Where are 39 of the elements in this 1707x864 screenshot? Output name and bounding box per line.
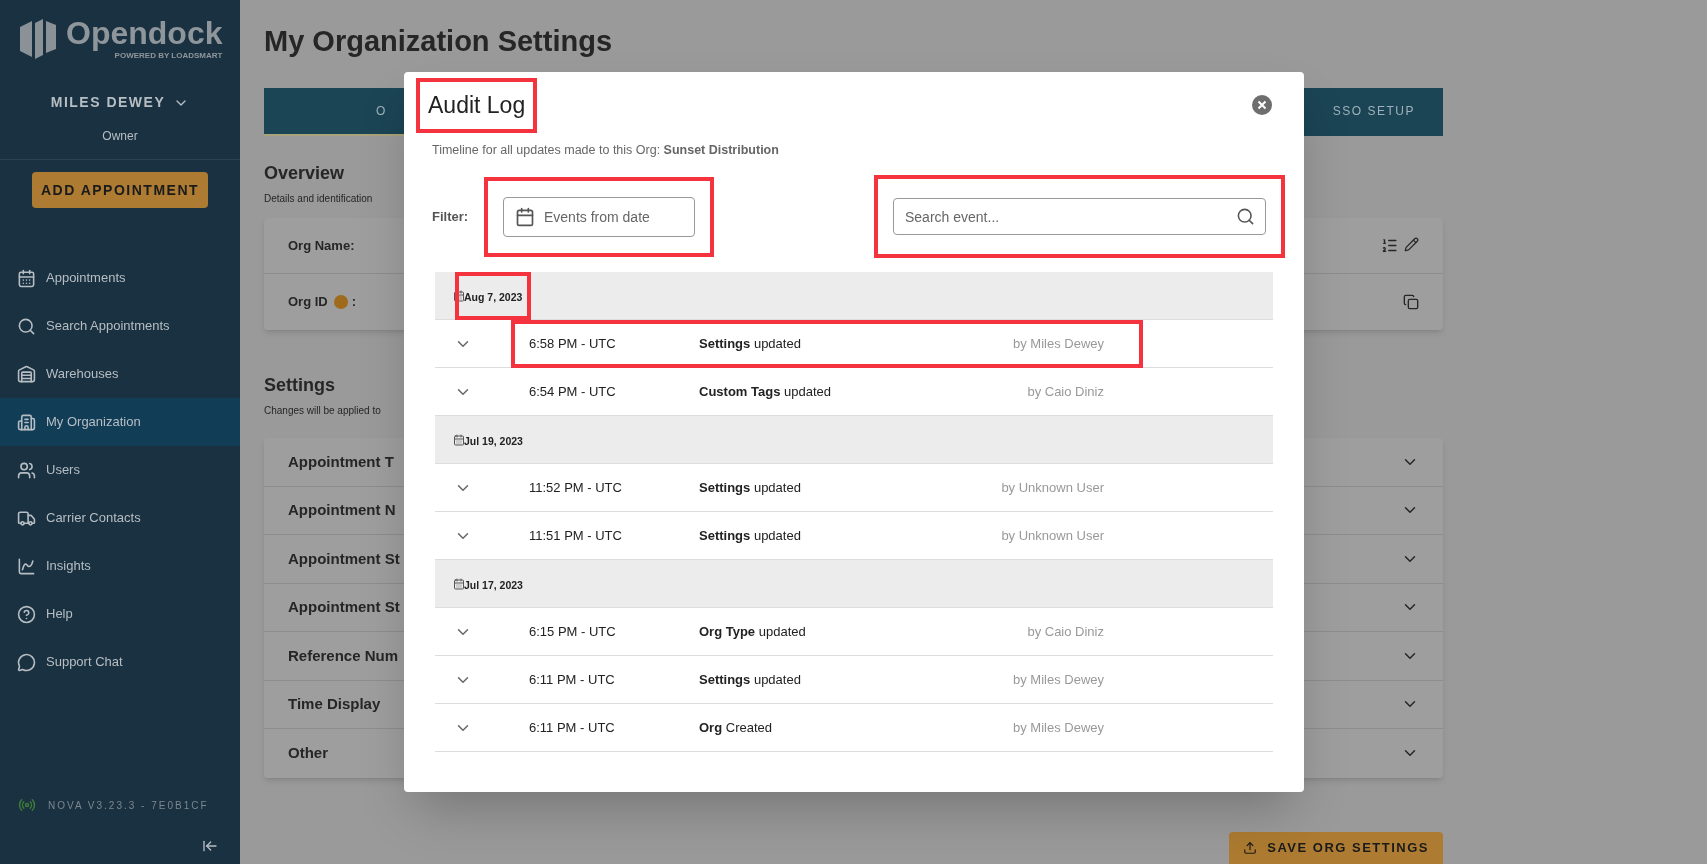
section-subtitle: Details and identification bbox=[264, 192, 373, 206]
event-time: 6:58 PM - UTC bbox=[529, 335, 617, 353]
date-label: Aug 7, 2023 bbox=[464, 290, 523, 303]
event-author: by Unknown User bbox=[1001, 527, 1104, 545]
filter-label: Filter: bbox=[432, 208, 470, 226]
section-title: Overview bbox=[264, 162, 345, 185]
section-subtitle: Changes will be applied to bbox=[264, 404, 381, 418]
event-description: Org Created bbox=[699, 719, 773, 737]
event-time: 6:15 PM - UTC bbox=[529, 623, 617, 641]
event-description: Settings updated bbox=[699, 479, 802, 497]
event-author: by Caio Diniz bbox=[1027, 623, 1104, 641]
section-title: Settings bbox=[264, 374, 335, 397]
date-label: Jul 17, 2023 bbox=[464, 578, 523, 591]
field-label: Org Name: bbox=[288, 236, 355, 255]
brand-name: Opendock bbox=[66, 16, 223, 50]
event-time: 11:52 PM - UTC bbox=[529, 479, 623, 497]
version-label: NOVA V3.23.3 - 7E0B1CF bbox=[48, 798, 209, 813]
brand-tagline: POWERED BY LOADSMART bbox=[114, 51, 223, 62]
event-author: by Miles Dewey bbox=[1012, 671, 1104, 689]
event-author: by Miles Dewey bbox=[1012, 719, 1104, 737]
field-label: Org ID bbox=[288, 293, 328, 312]
event-author: by Unknown User bbox=[1001, 479, 1104, 497]
event-description: Custom Tags updated bbox=[699, 383, 832, 401]
page-title: My Organization Settings bbox=[264, 24, 614, 59]
event-time: 6:11 PM - UTC bbox=[529, 719, 616, 737]
event-author: by Caio Diniz bbox=[1027, 383, 1104, 401]
event-time: 6:11 PM - UTC bbox=[529, 671, 616, 689]
event-description: Settings updated bbox=[699, 671, 802, 689]
event-description: Org Type updated bbox=[699, 623, 807, 641]
event-author: by Miles Dewey bbox=[1012, 335, 1104, 353]
field-suffix: : bbox=[351, 293, 357, 312]
dialog-description: Timeline for all updates made to this Org: Sunset Distribution bbox=[432, 141, 780, 159]
event-time: 11:51 PM - UTC bbox=[529, 527, 623, 545]
event-description: Settings updated bbox=[699, 335, 802, 353]
event-description: Settings updated bbox=[699, 527, 802, 545]
event-time: 6:54 PM - UTC bbox=[529, 383, 617, 401]
dialog-title: Audit Log bbox=[428, 92, 526, 118]
date-label: Jul 19, 2023 bbox=[464, 434, 523, 447]
user-role: Owner bbox=[101, 128, 139, 145]
